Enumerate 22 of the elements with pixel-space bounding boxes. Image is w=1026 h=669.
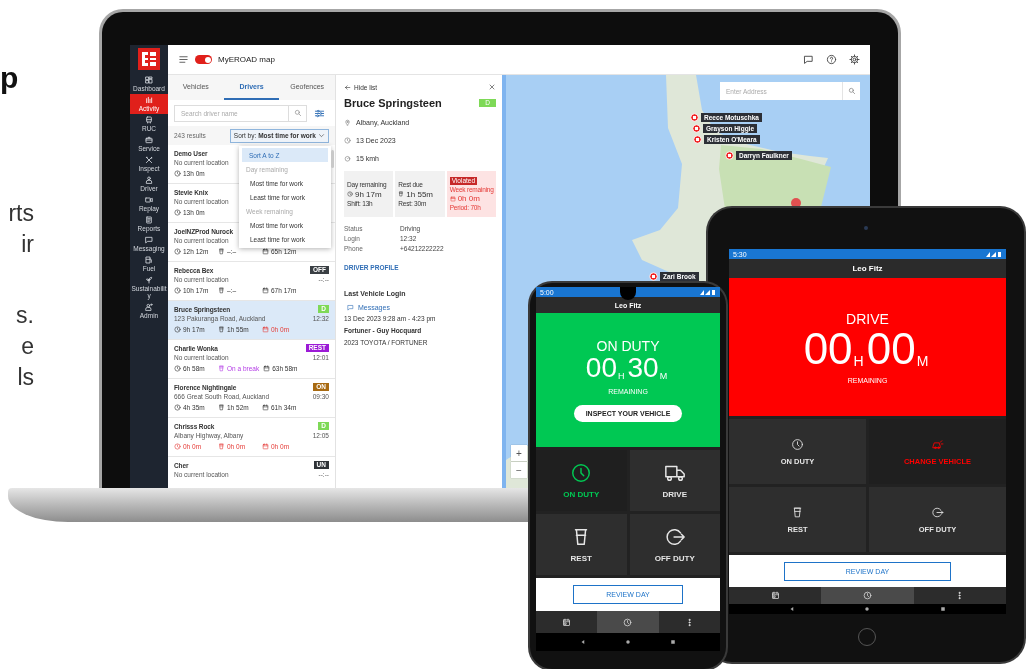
hours-unit: H (853, 353, 864, 368)
map-toggle-label: MyEROAD map (218, 55, 275, 64)
heading-fragment: p (0, 60, 19, 96)
text-fragment: ls (17, 363, 34, 392)
hours-unit: H (618, 372, 625, 381)
text-fragment: ir (21, 230, 34, 259)
hours-remaining: 00 (585, 354, 617, 382)
card-value: 1h 55m (406, 189, 433, 199)
card-value: 9h 17m (355, 189, 382, 199)
text-fragment: e (21, 332, 34, 361)
text-fragment: s. (16, 301, 34, 330)
text-fragment: rts (8, 199, 34, 228)
driver-title: Bruce Springsteen (344, 97, 442, 109)
minutes-unit: M (916, 353, 929, 368)
minutes-unit: M (659, 372, 668, 381)
app-title-bar: Leo Fitz (729, 259, 1006, 278)
hours-remaining: 00 (803, 326, 853, 371)
minutes-remaining: 00 (866, 326, 916, 371)
duty-status: ON DUTY (596, 338, 660, 354)
card-value: 0h 0m (457, 194, 480, 204)
minutes-remaining: 30 (627, 354, 659, 382)
duty-status: DRIVE (846, 310, 889, 327)
